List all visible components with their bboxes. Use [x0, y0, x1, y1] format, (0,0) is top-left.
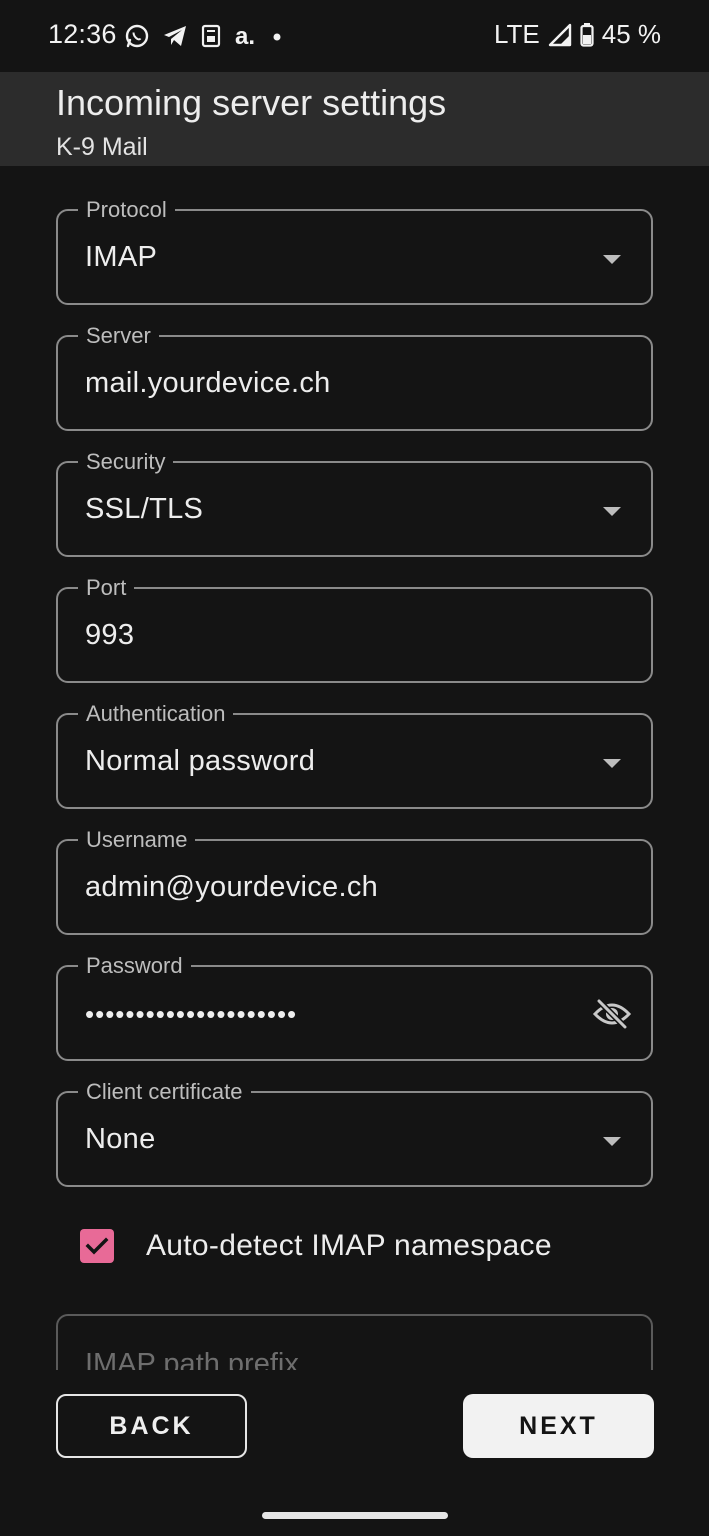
port-field[interactable]: Port 993: [56, 573, 653, 683]
auto-detect-namespace-label: Auto-detect IMAP namespace: [146, 1229, 552, 1262]
security-value: SSL/TLS: [85, 493, 204, 525]
port-value: 993: [85, 619, 135, 651]
status-right: LTE 45 %: [494, 19, 661, 50]
username-value: admin@yourdevice.ch: [85, 871, 379, 903]
authentication-value: Normal password: [85, 745, 316, 777]
status-time: 12:36: [48, 19, 117, 49]
status-bar: 12:36 a. LTE 45 %: [0, 0, 709, 72]
authentication-dropdown[interactable]: Authentication Normal password: [56, 699, 653, 809]
protocol-dropdown[interactable]: Protocol IMAP: [56, 195, 653, 305]
client-certificate-value: None: [85, 1123, 156, 1155]
auto-detect-namespace-row[interactable]: Auto-detect IMAP namespace: [80, 1228, 552, 1264]
server-value: mail.yourdevice.ch: [85, 367, 331, 399]
protocol-label: Protocol: [78, 195, 175, 225]
next-button[interactable]: NEXT: [463, 1394, 654, 1458]
client-certificate-dropdown[interactable]: Client certificate None: [56, 1077, 653, 1187]
page-subtitle: K-9 Mail: [56, 133, 148, 161]
client-certificate-label: Client certificate: [78, 1077, 251, 1107]
network-type: LTE: [493, 19, 540, 49]
battery-level: 45 %: [601, 19, 661, 49]
password-field[interactable]: Password •••••••••••••••••••••: [56, 951, 653, 1061]
visibility-off-icon[interactable]: [593, 998, 631, 1030]
sim-card-icon: [201, 24, 221, 48]
a-app-icon: a.: [235, 24, 255, 48]
protocol-value: IMAP: [85, 241, 158, 273]
port-label: Port: [78, 573, 135, 603]
username-label: Username: [78, 825, 196, 855]
app-bar: Incoming server settings K-9 Mail: [0, 72, 709, 166]
password-label: Password: [78, 951, 191, 981]
dropdown-arrow-icon: [603, 507, 621, 516]
notification-icons: a.: [124, 22, 282, 50]
svg-text:a.: a.: [235, 24, 255, 48]
page-title: Incoming server settings: [56, 82, 447, 123]
dropdown-arrow-icon: [603, 759, 621, 768]
username-field[interactable]: Username admin@yourdevice.ch: [56, 825, 653, 935]
notification-dot-icon: [273, 33, 281, 41]
server-field[interactable]: Server mail.yourdevice.ch: [56, 321, 653, 431]
signal-icon: [548, 23, 571, 46]
settings-form[interactable]: Protocol IMAP Server mail.yourdevice.ch …: [0, 166, 709, 1370]
battery-icon: [580, 22, 594, 47]
imap-path-prefix-placeholder: IMAP path prefix: [85, 1348, 299, 1370]
home-indicator[interactable]: [262, 1512, 448, 1519]
dropdown-arrow-icon: [603, 1137, 621, 1146]
security-label: Security: [78, 447, 174, 477]
server-label: Server: [78, 321, 159, 351]
authentication-label: Authentication: [78, 699, 234, 729]
security-dropdown[interactable]: Security SSL/TLS: [56, 447, 653, 557]
imap-path-prefix-field[interactable]: IMAP path prefix: [56, 1314, 653, 1370]
telegram-icon: [164, 26, 186, 46]
dropdown-arrow-icon: [603, 255, 621, 264]
checkmark-icon: [85, 1237, 109, 1255]
whatsapp-icon: [125, 24, 149, 48]
auto-detect-namespace-checkbox[interactable]: [80, 1229, 114, 1263]
back-button[interactable]: BACK: [56, 1394, 247, 1458]
password-value: •••••••••••••••••••••: [85, 999, 298, 1029]
